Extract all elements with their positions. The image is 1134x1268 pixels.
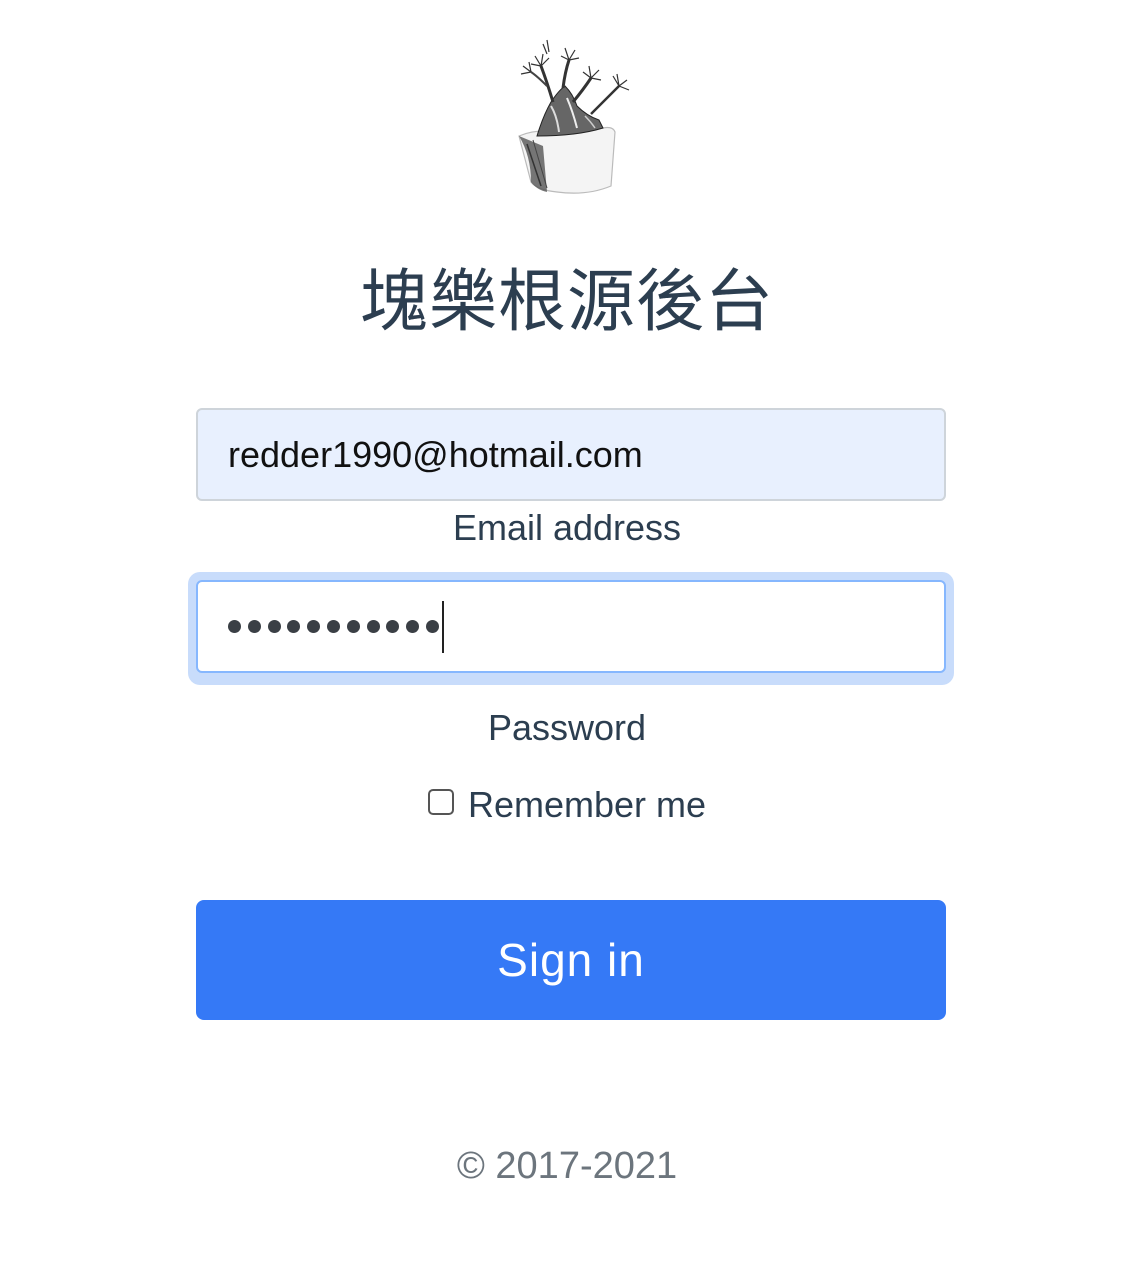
password-mask: [228, 620, 439, 633]
remember-me-checkbox[interactable]: [427, 789, 454, 815]
password-dot: [386, 620, 400, 633]
password-dot: [287, 620, 301, 633]
password-dot: [366, 620, 380, 633]
page-title: 塊樂根源後台: [359, 263, 774, 342]
text-caret: [441, 600, 444, 653]
password-dot: [326, 620, 340, 633]
password-dot: [406, 620, 420, 633]
password-label: Password: [487, 707, 647, 748]
logo-icon: [507, 36, 647, 200]
password-dot: [267, 620, 281, 633]
email-label: Email address: [452, 507, 682, 548]
email-field[interactable]: redder1990@hotmail.com: [196, 408, 946, 501]
email-value: redder1990@hotmail.com: [228, 433, 643, 475]
remember-me-label[interactable]: Remember me: [468, 784, 706, 826]
password-dot: [425, 620, 439, 633]
remember-me-row[interactable]: Remember me: [0, 784, 1134, 826]
copyright-footer: © 2017-2021: [456, 1145, 678, 1187]
sign-in-button[interactable]: Sign in: [196, 900, 946, 1020]
password-dot: [346, 620, 360, 633]
password-dot: [247, 620, 261, 633]
password-dot: [307, 620, 321, 633]
password-dot: [228, 620, 241, 633]
password-field[interactable]: [196, 580, 946, 673]
